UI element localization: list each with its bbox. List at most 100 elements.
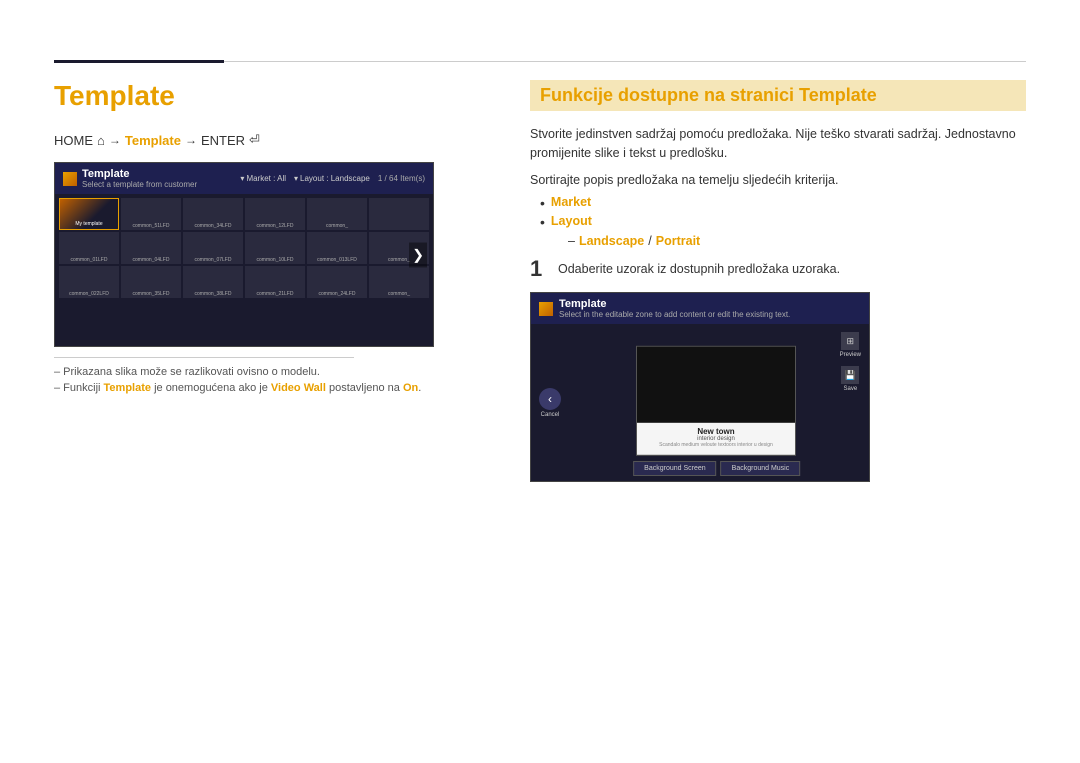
grid-item-8[interactable]: common_07LFD: [183, 232, 243, 264]
detail-header: Template Select in the editable zone to …: [531, 293, 869, 324]
grid-item-6[interactable]: common_01LFD: [59, 232, 119, 264]
ui-title: Template: [82, 168, 197, 180]
grid-label-12: common_022LFD: [59, 291, 119, 297]
preview-icon-label: Preview: [840, 352, 861, 358]
divider: [54, 357, 354, 358]
nav-arrow-right[interactable]: ❯: [409, 242, 427, 267]
grid-label-7: common_04LFD: [121, 257, 181, 263]
arrow-2: →: [185, 133, 197, 147]
item-count: 1 / 64 Item(s): [378, 174, 425, 183]
note-1: – Prikazana slika može se razlikovati ov…: [54, 366, 484, 378]
grid-item-14[interactable]: common_38LFD: [183, 266, 243, 298]
step-text: Odaberite uzorak iz dostupnih predložaka…: [558, 258, 840, 276]
cancel-btn-area[interactable]: ‹ Cancel: [539, 388, 561, 418]
grid-item-7[interactable]: common_04LFD: [121, 232, 181, 264]
preview-title: New town: [643, 426, 789, 435]
page-title: Template: [54, 80, 484, 112]
preview-icon[interactable]: ⊞: [841, 332, 859, 350]
grid-label-2: common_34LFD: [183, 223, 243, 229]
grid-label-9: common_10LFD: [245, 257, 305, 263]
home-icon: ⌂: [97, 133, 105, 148]
bullet-dot-layout: •: [540, 214, 545, 231]
grid-item-1[interactable]: common_51LFD: [121, 198, 181, 230]
save-btn[interactable]: 💾 Save: [840, 366, 861, 392]
ui-grid: My template common_51LFD common_34LFD co…: [55, 194, 433, 302]
landscape-label: Landscape: [579, 234, 644, 248]
ui-header: Template Select a template from customer…: [55, 163, 433, 194]
cancel-label: Cancel: [541, 412, 560, 418]
grid-item-16[interactable]: common_24LFD: [307, 266, 367, 298]
detail-body: ‹ Cancel New town interior design Scanda…: [531, 324, 869, 482]
portrait-label: Portrait: [656, 234, 700, 248]
bullet-list: • Market • Layout – Landscape / Portrait: [540, 195, 1026, 249]
detail-bottom-btns: Background Screen Background Music: [633, 461, 800, 476]
top-line-thin: [224, 61, 1026, 62]
preview-inner: [637, 347, 795, 423]
grid-label-4: common_: [307, 223, 367, 229]
breadcrumb: HOME ⌂ → Template → ENTER ⏎: [54, 132, 484, 148]
detail-title: Template: [559, 298, 790, 310]
home-label: HOME: [54, 133, 93, 148]
grid-item-my-template[interactable]: My template: [59, 198, 119, 230]
grid-label-6: common_01LFD: [59, 257, 119, 263]
bullet-dot-market: •: [540, 195, 545, 212]
grid-item-4[interactable]: common_: [307, 198, 367, 230]
breadcrumb-template: Template: [125, 133, 181, 148]
grid-item-9[interactable]: common_10LFD: [245, 232, 305, 264]
detail-subtitle: Select in the editable zone to add conte…: [559, 310, 790, 319]
save-icon-label: Save: [843, 386, 857, 392]
preview-small: Scandalo medium veloute textoors interio…: [643, 441, 789, 447]
slash: /: [648, 234, 651, 248]
section-heading: Funkcije dostupne na stranici Template: [530, 80, 1026, 111]
grid-label-17: common_: [369, 291, 429, 297]
note-2: – Funkciji Template je onemogućena ako j…: [54, 382, 484, 394]
left-column: Template HOME ⌂ → Template → ENTER ⏎ Tem…: [54, 80, 484, 398]
step-1-row: 1 Odaberite uzorak iz dostupnih predloža…: [530, 258, 1026, 280]
grid-label-8: common_07LFD: [183, 257, 243, 263]
ui-filters: Market : All Layout : Landscape 1 / 64 I…: [240, 174, 425, 183]
sub-bullet-landscape-portrait: – Landscape / Portrait: [568, 234, 1026, 248]
filter-layout[interactable]: Layout : Landscape: [294, 174, 370, 183]
market-label: Market: [551, 195, 591, 209]
step-number: 1: [530, 258, 548, 280]
description: Stvorite jedinstven sadržaj pomoću predl…: [530, 125, 1026, 163]
top-line-accent: [54, 60, 224, 63]
sort-text: Sortirajte popis predložaka na temelju s…: [530, 173, 1026, 187]
grid-item-13[interactable]: common_35LFD: [121, 266, 181, 298]
grid-item-3[interactable]: common_12LFD: [245, 198, 305, 230]
save-icon[interactable]: 💾: [841, 366, 859, 384]
grid-label-1: common_51LFD: [121, 223, 181, 229]
grid-item-10[interactable]: common_013LFD: [307, 232, 367, 264]
grid-item-17[interactable]: common_: [369, 266, 429, 298]
bullet-market: • Market: [540, 195, 1026, 212]
my-template-label: My template: [60, 221, 118, 227]
preview-area: New town interior design Scandalo medium…: [636, 346, 796, 456]
grid-item-12[interactable]: common_022LFD: [59, 266, 119, 298]
top-divider: [54, 60, 1026, 63]
grid-label-10: common_013LFD: [307, 257, 367, 263]
template-detail-ui: Template Select in the editable zone to …: [530, 292, 870, 482]
preview-text-area: New town interior design Scandalo medium…: [637, 422, 795, 454]
bg-screen-btn[interactable]: Background Screen: [633, 461, 716, 476]
bg-music-btn[interactable]: Background Music: [721, 461, 801, 476]
ui-logo-icon: [63, 172, 77, 186]
grid-item-5: [369, 198, 429, 230]
arrow-1: →: [109, 133, 121, 147]
grid-label-13: common_35LFD: [121, 291, 181, 297]
enter-icon: ⏎: [249, 132, 260, 148]
detail-right-icons: ⊞ Preview 💾 Save: [840, 332, 861, 392]
layout-label: Layout: [551, 214, 592, 228]
sub-dash: –: [568, 234, 575, 248]
ui-subtitle: Select a template from customer: [82, 180, 197, 189]
preview-btn[interactable]: ⊞ Preview: [840, 332, 861, 358]
filter-market[interactable]: Market : All: [240, 174, 286, 183]
grid-label-16: common_24LFD: [307, 291, 367, 297]
detail-logo-icon: [539, 302, 553, 316]
template-ui-mockup: Template Select a template from customer…: [54, 162, 434, 347]
grid-item-2[interactable]: common_34LFD: [183, 198, 243, 230]
cancel-icon[interactable]: ‹: [539, 388, 561, 410]
enter-label: ENTER: [201, 133, 245, 148]
grid-label-14: common_38LFD: [183, 291, 243, 297]
bullet-layout: • Layout: [540, 214, 1026, 231]
grid-item-15[interactable]: common_21LFD: [245, 266, 305, 298]
